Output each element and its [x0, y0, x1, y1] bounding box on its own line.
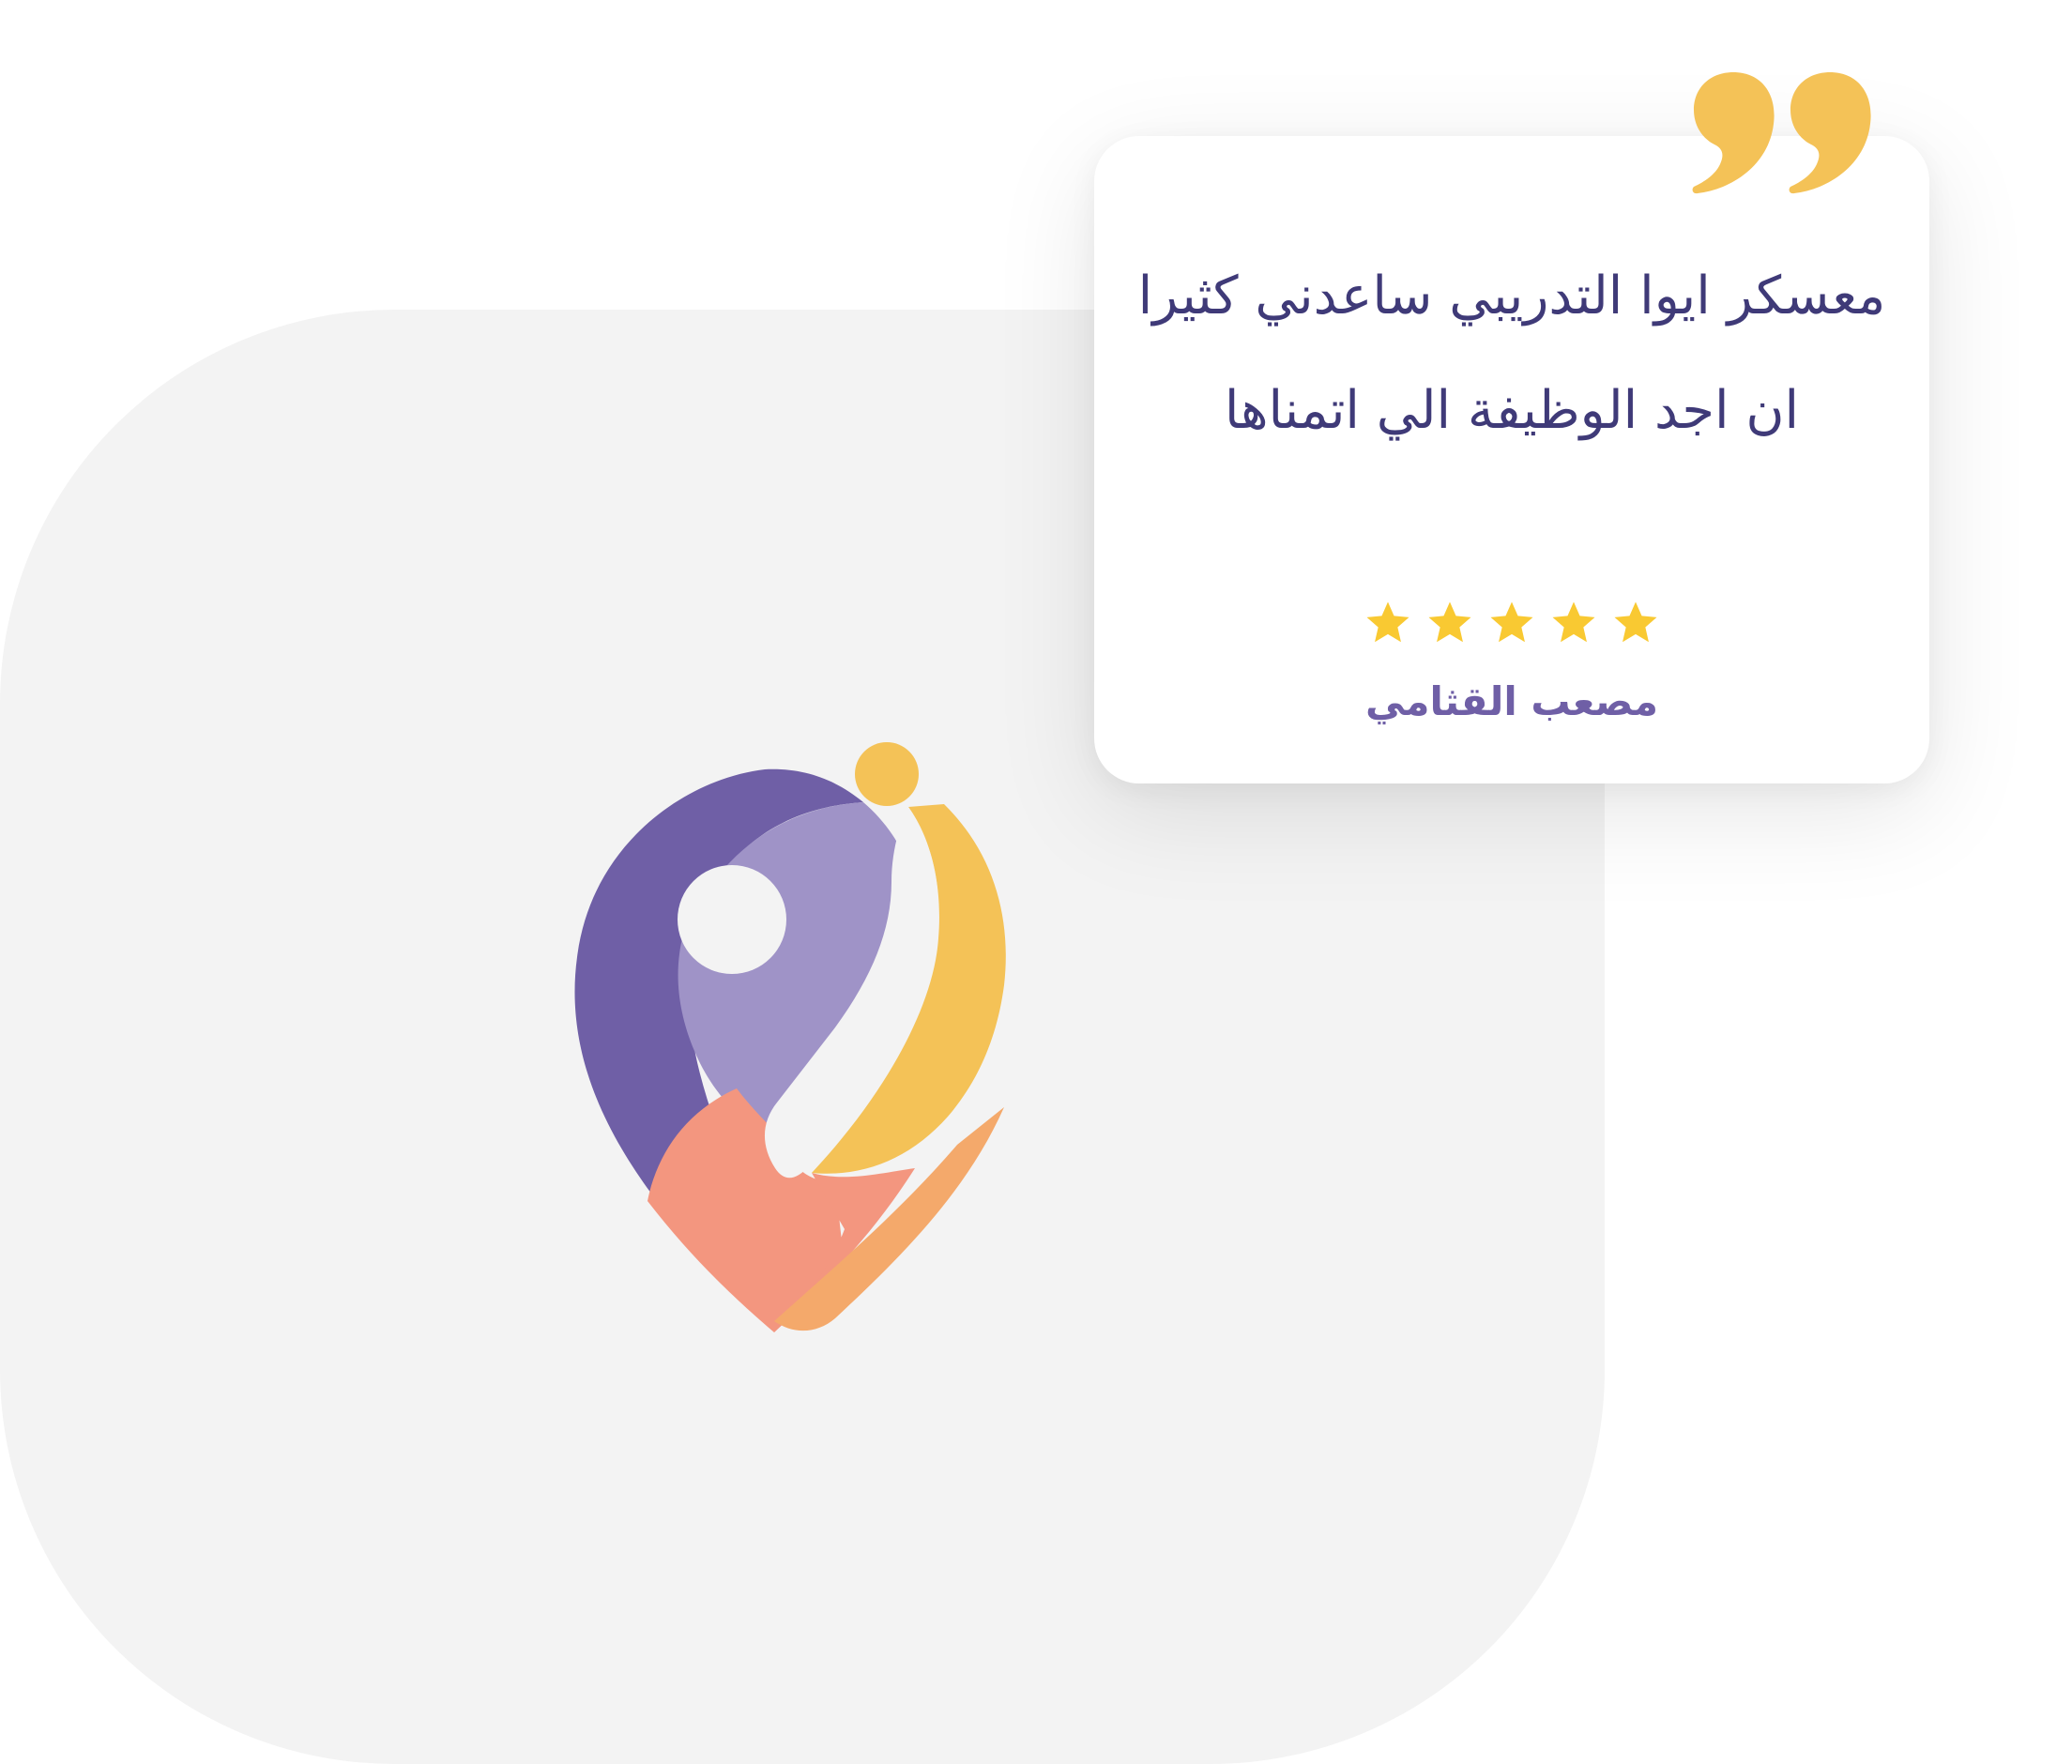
star-icon: [1428, 601, 1471, 643]
star-icon: [1366, 601, 1409, 643]
star-icon: [1490, 601, 1533, 643]
star-icon: [1552, 601, 1595, 643]
testimonial-author: مصعب القثامي: [1365, 678, 1658, 724]
testimonial-section: معسكر ايوا التدريبي ساعدني كثيرا ان اجد …: [0, 0, 2072, 1764]
eiwa-logo: [574, 742, 1006, 1332]
testimonial-quote: معسكر ايوا التدريبي ساعدني كثيرا ان اجد …: [1137, 266, 1886, 441]
rating-stars: [1094, 598, 1929, 648]
quote-mark-icon: [1692, 72, 1871, 194]
star-icon: [1614, 601, 1657, 643]
testimonial-card: معسكر ايوا التدريبي ساعدني كثيرا ان اجد …: [1094, 136, 1929, 783]
